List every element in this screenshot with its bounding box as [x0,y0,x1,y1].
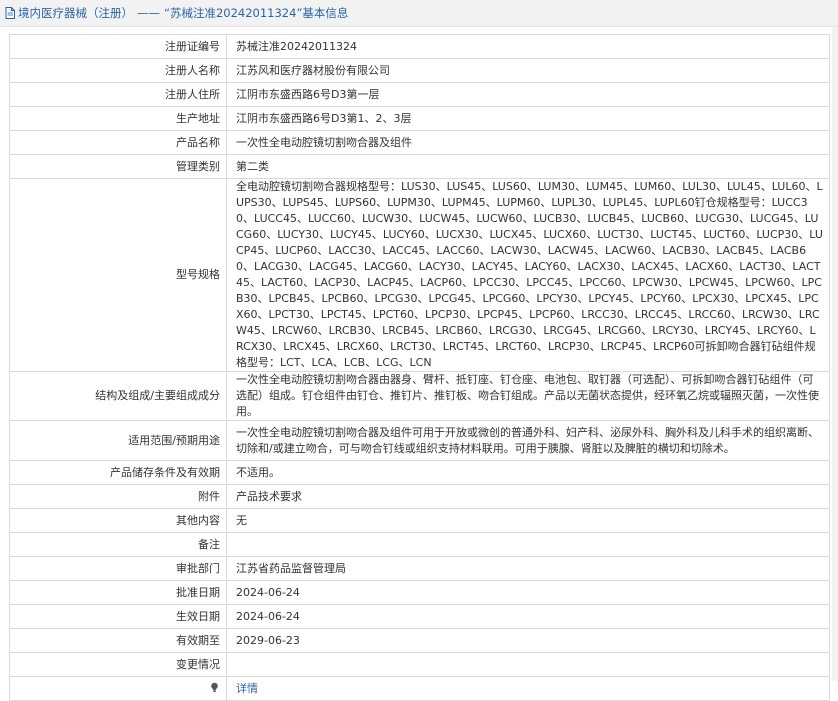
table-row: 管理类别 第二类 [9,154,830,179]
table-row: 附件 产品技术要求 [9,484,830,509]
row-value: 无 [226,508,830,533]
row-label: 结构及组成/主要组成成分 [9,371,227,421]
table-row: 产品储存条件及有效期 不适用。 [9,460,830,485]
row-value: 2024-06-24 [226,580,830,605]
table-row: 审批部门 江苏省药品监督管理局 [9,556,830,581]
table-row: 注册人住所 江阴市东盛西路6号D3第一层 [9,82,830,107]
table-row: 型号规格 全电动腔镜切割吻合器规格型号：LUS30、LUS45、LUS60、LU… [9,178,830,372]
row-label: 备注 [9,532,227,557]
row-value: 第二类 [226,154,830,179]
row-value: 苏械注准20242011324 [226,34,830,59]
table-row-details: 详情 [9,676,830,701]
table-row: 注册证编号 苏械注准20242011324 [9,34,830,59]
row-label: 型号规格 [9,178,227,372]
row-value: 2029-06-23 [226,628,830,653]
scrollbar-track[interactable] [832,27,838,681]
row-value: 产品技术要求 [226,484,830,509]
row-value: 一次性全电动腔镜切割吻合器由器身、臂杆、抵钉座、钉仓座、电池包、取钉器（可选配）… [226,371,830,421]
page-title: “苏械注准20242011324”基本信息 [164,6,349,20]
details-value-cell: 详情 [226,676,830,701]
row-label: 产品储存条件及有效期 [9,460,227,485]
row-value: 江苏风和医疗器材股份有限公司 [226,58,830,83]
row-label: 生效日期 [9,604,227,629]
table-row: 生效日期 2024-06-24 [9,604,830,629]
row-label: 生产地址 [9,106,227,131]
table-row: 备注 [9,532,830,557]
row-label: 附件 [9,484,227,509]
details-link[interactable]: 详情 [236,682,258,695]
row-label: 注册人住所 [9,82,227,107]
detail-table-container: 注册证编号 苏械注准20242011324 注册人名称 江苏风和医疗器材股份有限… [9,34,830,701]
row-label: 管理类别 [9,154,227,179]
table-row: 批准日期 2024-06-24 [9,580,830,605]
row-label: 注册人名称 [9,58,227,83]
breadcrumb-separator: —— [137,6,160,20]
row-value [226,652,830,677]
lightbulb-icon [211,682,218,692]
details-label-cell [9,676,227,701]
row-label: 批准日期 [9,580,227,605]
row-label: 变更情况 [9,652,227,677]
row-value: 江苏省药品监督管理局 [226,556,830,581]
table-row: 注册人名称 江苏风和医疗器材股份有限公司 [9,58,830,83]
table-row: 产品名称 一次性全电动腔镜切割吻合器及组件 [9,130,830,155]
table-row: 其他内容 无 [9,508,830,533]
row-label: 注册证编号 [9,34,227,59]
row-label: 审批部门 [9,556,227,581]
row-label: 适用范围/预期用途 [9,420,227,461]
table-row: 生产地址 江阴市东盛西路6号D3第1、2、3层 [9,106,830,131]
table-row: 适用范围/预期用途 一次性全电动腔镜切割吻合器及组件可用于开放或微创的普通外科、… [9,420,830,461]
detail-table: 注册证编号 苏械注准20242011324 注册人名称 江苏风和医疗器材股份有限… [9,34,830,701]
row-label: 其他内容 [9,508,227,533]
row-value: 全电动腔镜切割吻合器规格型号：LUS30、LUS45、LUS60、LUM30、L… [226,178,830,372]
row-label: 有效期至 [9,628,227,653]
document-icon [5,7,15,19]
row-label: 产品名称 [9,130,227,155]
table-row: 有效期至 2029-06-23 [9,628,830,653]
row-value: 江阴市东盛西路6号D3第1、2、3层 [226,106,830,131]
row-value: 2024-06-24 [226,604,830,629]
breadcrumb-section: 境内医疗器械（注册） [18,6,133,20]
row-value: 江阴市东盛西路6号D3第一层 [226,82,830,107]
table-row: 变更情况 [9,652,830,677]
breadcrumb: 境内医疗器械（注册） —— “苏械注准20242011324”基本信息 [0,0,838,27]
row-value: 不适用。 [226,460,830,485]
table-row: 结构及组成/主要组成成分 一次性全电动腔镜切割吻合器由器身、臂杆、抵钉座、钉仓座… [9,371,830,421]
row-value [226,532,830,557]
row-value: 一次性全电动腔镜切割吻合器及组件可用于开放或微创的普通外科、妇产科、泌尿外科、胸… [226,420,830,461]
row-value: 一次性全电动腔镜切割吻合器及组件 [226,130,830,155]
